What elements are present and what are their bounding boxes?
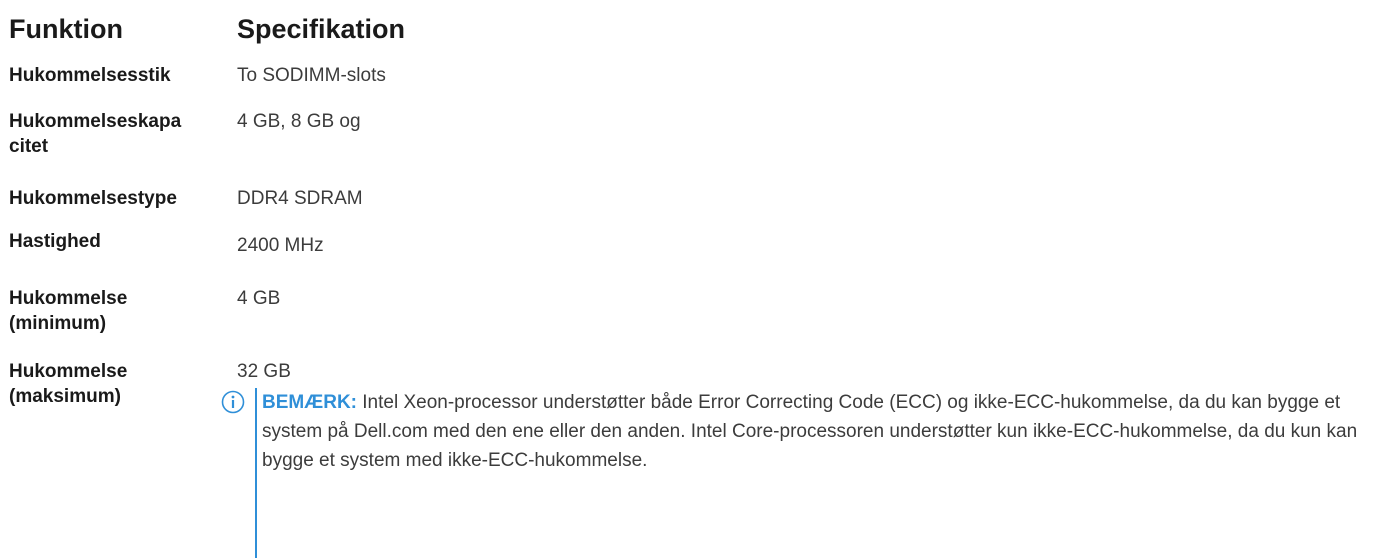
row-label: Hukommelsesstik [9, 65, 171, 86]
row-label-line-2: (minimum) [9, 313, 107, 334]
row-label: Hukommelse (minimum) [9, 286, 229, 336]
info-icon [221, 390, 245, 414]
row-label: Hukommelsestype [9, 188, 177, 209]
note-divider [255, 388, 257, 558]
column-header-specifikation: Specifikation [237, 14, 406, 44]
row-label: Hastighed [9, 231, 101, 252]
spec-table: Funktion Specifikation Hukommelsesstik T… [0, 0, 1381, 558]
row-value: 4 GB, 8 GB og [237, 111, 361, 132]
row-value: DDR4 SDRAM [237, 188, 363, 209]
row-label: Hukommelse (maksimum) [9, 359, 229, 409]
row-label: Hukommelseskapa citet [9, 109, 229, 159]
column-header-funktion: Funktion [9, 14, 123, 44]
row-value: 4 GB [237, 288, 281, 309]
note-body: Intel Xeon-processor understøtter både E… [262, 392, 1358, 471]
row-label-line-2: citet [9, 136, 49, 157]
row-label-line-1: Hukommelseskapa [9, 111, 182, 132]
note-label: BEMÆRK: [262, 392, 357, 413]
row-value: 2400 MHz [237, 235, 324, 256]
note-text: BEMÆRK: Intel Xeon-processor understøtte… [262, 388, 1372, 475]
row-label-line-2: (maksimum) [9, 386, 121, 407]
row-label-line-1: Hukommelse [9, 288, 128, 309]
row-value: To SODIMM-slots [237, 65, 386, 86]
row-label-line-1: Hukommelse [9, 361, 128, 382]
row-value: 32 GB [237, 361, 291, 382]
